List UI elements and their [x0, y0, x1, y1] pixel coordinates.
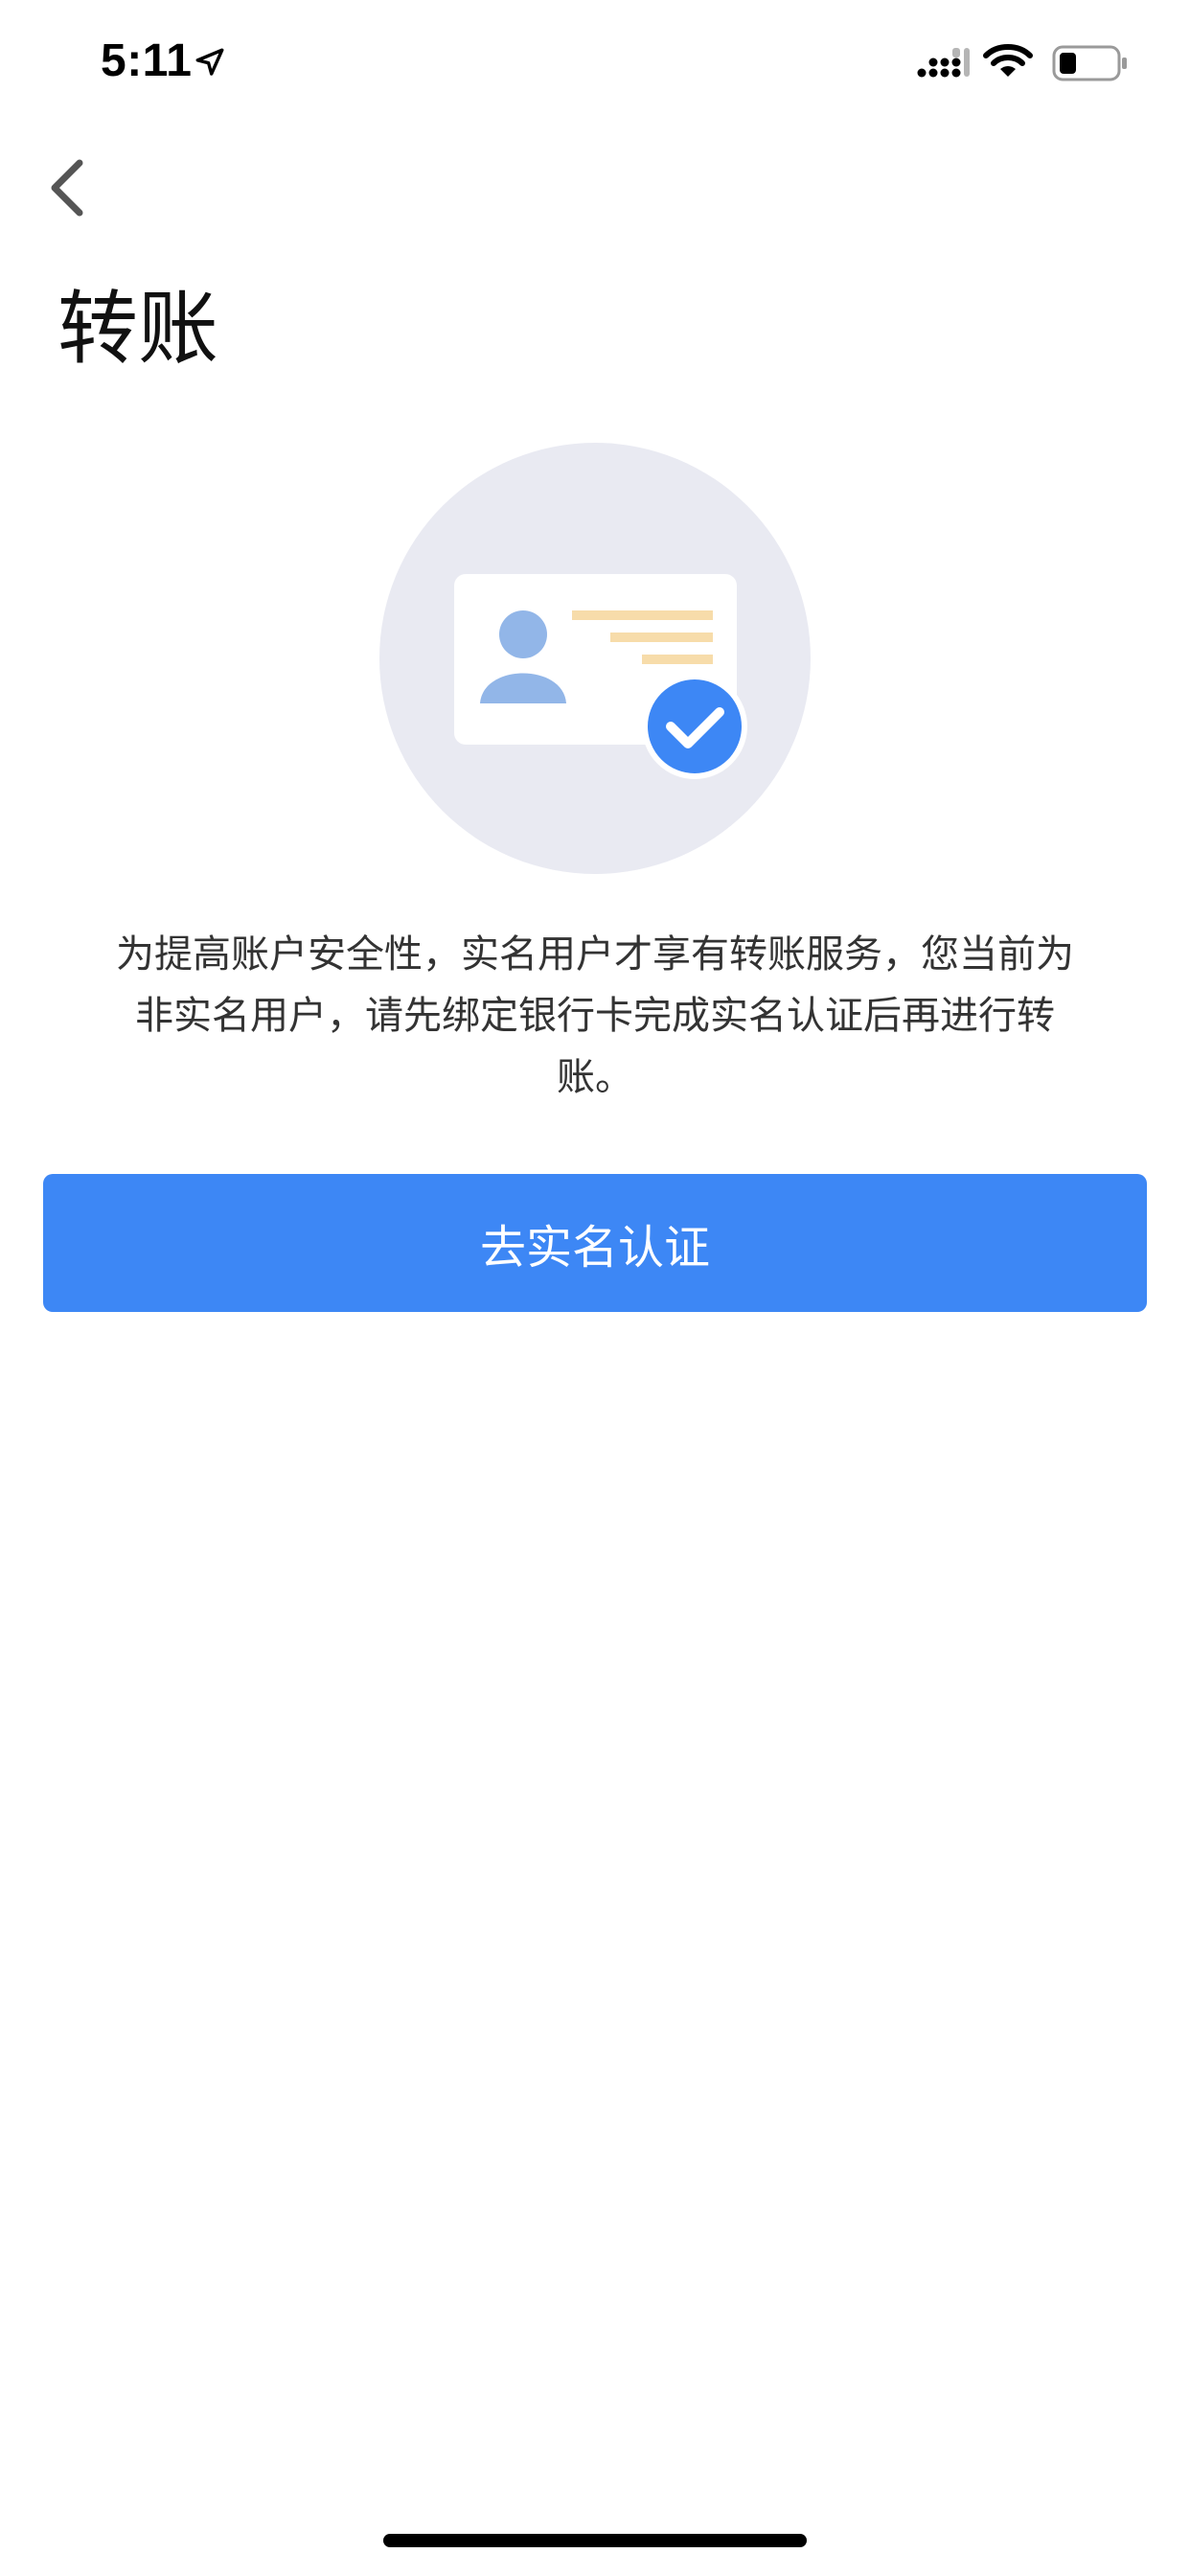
status-bar: 5:11: [0, 0, 1190, 125]
verification-message: 为提高账户安全性，实名用户才享有转账服务，您当前为非实名用户，请先绑定银行卡完成…: [116, 932, 1074, 1099]
page-title: 转账: [57, 282, 219, 376]
avatar-head: [499, 610, 547, 658]
location-arrow-icon: [195, 48, 224, 76]
navigation-bar: [0, 125, 1190, 249]
chevron-left-icon: [51, 159, 83, 217]
check-badge: [642, 674, 747, 779]
cellular-signal-icon: [917, 48, 970, 78]
status-time: 5:11: [101, 35, 193, 86]
id-card-verified-icon: [379, 443, 811, 874]
verify-identity-button[interactable]: 去实名认证: [43, 1174, 1147, 1312]
home-indicator[interactable]: [383, 2534, 807, 2547]
back-button[interactable]: [29, 150, 105, 226]
wifi-icon: [983, 44, 1033, 77]
battery-icon: [1052, 45, 1127, 81]
